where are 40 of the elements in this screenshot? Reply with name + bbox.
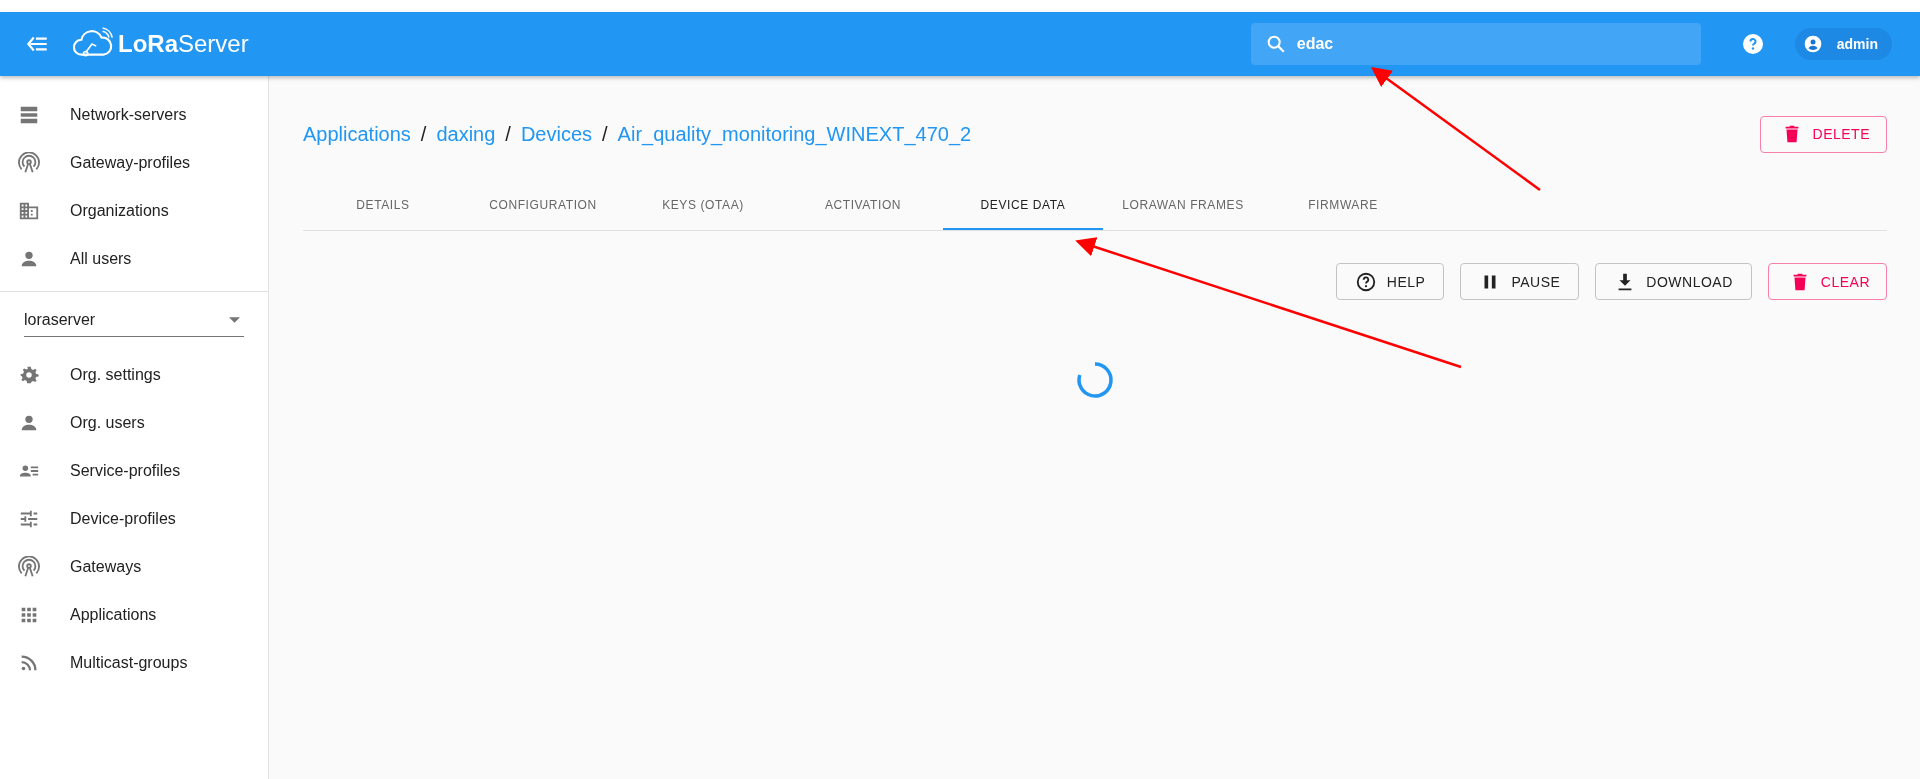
organization-select[interactable]: loraserver bbox=[24, 304, 244, 337]
tab[interactable]: ACTIVATION bbox=[783, 182, 943, 230]
tab[interactable]: FIRMWARE bbox=[1263, 182, 1423, 230]
tab[interactable]: CONFIGURATION bbox=[463, 182, 623, 230]
settings-icon bbox=[18, 364, 40, 386]
breadcrumb-separator: / bbox=[420, 122, 427, 146]
server-icon bbox=[18, 104, 40, 126]
building-icon bbox=[18, 200, 40, 222]
clear-button[interactable]: CLEAR bbox=[1767, 263, 1887, 300]
sidebar-item[interactable]: Gateways bbox=[0, 543, 268, 591]
tab[interactable]: KEYS (OTAA) bbox=[623, 182, 783, 230]
antenna-icon bbox=[18, 556, 40, 578]
tab[interactable]: DETAILS bbox=[303, 182, 463, 230]
tab[interactable]: LORAWAN FRAMES bbox=[1103, 182, 1263, 230]
antenna-icon bbox=[18, 152, 40, 174]
help-icon bbox=[1354, 270, 1377, 293]
sidebar-item[interactable]: Network-servers bbox=[0, 91, 268, 139]
account-icon bbox=[1802, 34, 1823, 54]
delete-button[interactable]: DELETE bbox=[1759, 115, 1887, 153]
sidebar-item[interactable]: Applications bbox=[0, 591, 268, 639]
sidebar-item[interactable]: Service-profiles bbox=[0, 447, 268, 495]
sidebar-item[interactable]: Org. settings bbox=[0, 351, 268, 399]
dropdown-caret-icon bbox=[229, 317, 240, 323]
sidebar-item[interactable]: All users bbox=[0, 235, 268, 283]
sidebar-item[interactable]: Multicast-groups bbox=[0, 639, 268, 687]
breadcrumb-separator: / bbox=[505, 122, 511, 146]
breadcrumb-separator: / bbox=[602, 122, 608, 146]
sidebar-item[interactable]: Device-profiles bbox=[0, 495, 268, 543]
help-button[interactable]: HELP bbox=[1335, 263, 1445, 300]
download-button[interactable]: DOWNLOAD bbox=[1595, 263, 1752, 300]
sliders-icon bbox=[18, 508, 40, 530]
user-menu-button[interactable]: admin bbox=[1794, 28, 1892, 60]
sidebar-item[interactable]: Organizations bbox=[0, 187, 268, 235]
tab[interactable]: DEVICE DATA bbox=[943, 182, 1103, 230]
sidebar-item[interactable]: Org. users bbox=[0, 399, 268, 447]
brand-logo-text: LoRaServer bbox=[118, 30, 249, 58]
help-icon[interactable] bbox=[1740, 32, 1765, 56]
loading-spinner-icon bbox=[1075, 360, 1115, 400]
pause-button[interactable]: PAUSE bbox=[1460, 263, 1580, 300]
sidebar-item[interactable]: Gateway-profiles bbox=[0, 139, 268, 187]
